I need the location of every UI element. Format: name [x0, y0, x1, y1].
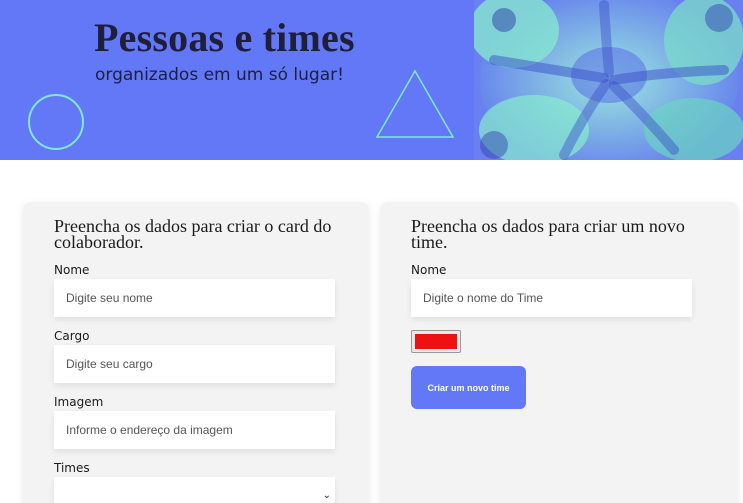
- create-team-button[interactable]: Criar um novo time: [411, 366, 526, 409]
- team-hands-photo: [474, 0, 743, 160]
- collaborator-form-heading: Preencha os dados para criar o card do c…: [54, 216, 332, 252]
- image-label: Imagem: [54, 395, 104, 409]
- name-input[interactable]: [54, 279, 335, 317]
- team-color-picker[interactable]: [411, 330, 461, 353]
- header-banner: Pessoas e times organizados em um só lug…: [0, 0, 743, 160]
- banner-subtitle: organizados em um só lugar!: [95, 65, 344, 85]
- name-label: Nome: [54, 263, 90, 277]
- team-form-heading: Preencha os dados para criar um novo tim…: [411, 216, 685, 252]
- decorative-triangle: [375, 69, 455, 138]
- banner-title: Pessoas e times: [94, 15, 355, 60]
- teams-label: Times: [54, 461, 90, 475]
- image-url-input[interactable]: [54, 411, 335, 449]
- role-label: Cargo: [54, 329, 90, 343]
- collaborator-form: Preencha os dados para criar o card do c…: [23, 202, 369, 503]
- decorative-circle: [28, 94, 84, 150]
- color-swatch-fill: [415, 334, 457, 349]
- teams-select[interactable]: ⌄: [54, 477, 335, 503]
- team-name-label: Nome: [411, 263, 447, 277]
- team-form: Preencha os dados para criar um novo tim…: [380, 202, 738, 503]
- role-input[interactable]: [54, 345, 335, 383]
- team-name-input[interactable]: [411, 279, 692, 317]
- chevron-down-icon: ⌄: [322, 490, 331, 501]
